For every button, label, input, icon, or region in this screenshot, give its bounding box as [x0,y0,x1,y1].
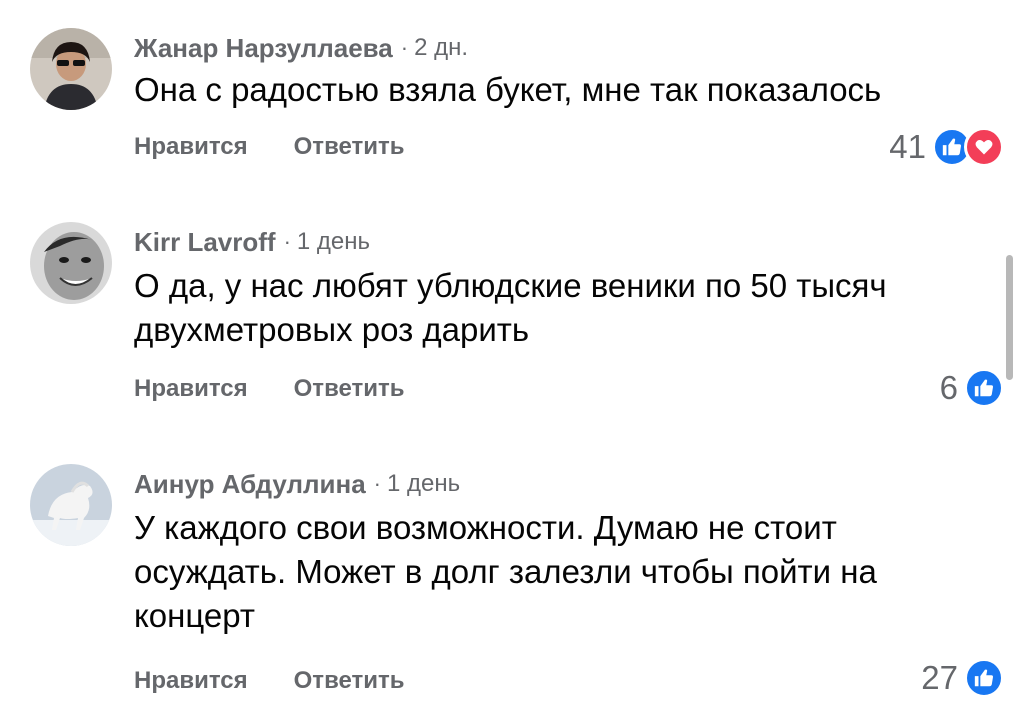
like-icon [964,658,1004,698]
avatar[interactable] [30,28,112,110]
timestamp[interactable]: 2 дн. [414,34,468,62]
author-name[interactable]: Аинур Абдуллина [134,469,366,500]
comment-actions: Нравится Ответить [134,127,405,167]
like-button[interactable]: Нравится [134,667,248,695]
reaction-summary[interactable]: 6 [940,366,1004,410]
author-name[interactable]: Жанар Нарзуллаева [134,33,393,64]
reaction-count: 27 [921,659,958,696]
author-name[interactable]: Kirr Lavroff [134,227,276,258]
comment-actions: Нравится Ответить [134,369,405,409]
reaction-summary[interactable]: 27 [921,656,1004,700]
timestamp[interactable]: 1 день [297,228,370,256]
reply-button[interactable]: Ответить [294,375,405,403]
comment-text: О да, у нас любят ублюдские веники по 50… [134,267,887,348]
timestamp[interactable]: 1 день [387,470,460,498]
comment-meta: Kirr Lavroff · 1 день [134,225,370,259]
avatar[interactable] [30,222,112,304]
love-icon [964,127,1004,167]
comment-meta: Аинур Абдуллина · 1 день [134,467,460,501]
like-button[interactable]: Нравится [134,133,248,161]
reply-button[interactable]: Ответить [294,133,405,161]
separator-dot: · [400,35,409,60]
comment-text: У каждого свои возможности. Думаю не сто… [134,509,877,634]
like-icon [964,368,1004,408]
reaction-summary[interactable]: 41 [889,125,1004,169]
avatar[interactable] [30,464,112,546]
reaction-count: 41 [889,128,926,165]
separator-dot: · [373,471,381,496]
comment-actions: Нравится Ответить [134,661,405,701]
comment-text: Она с радостью взяла букет, мне так пока… [134,71,882,108]
reaction-count: 6 [939,369,958,406]
like-button[interactable]: Нравится [134,375,248,403]
separator-dot: · [283,229,291,254]
reply-button[interactable]: Ответить [294,667,405,695]
comment-meta: Жанар Нарзуллаева · 2 дн. [134,31,468,65]
scrollbar[interactable] [1006,255,1013,380]
